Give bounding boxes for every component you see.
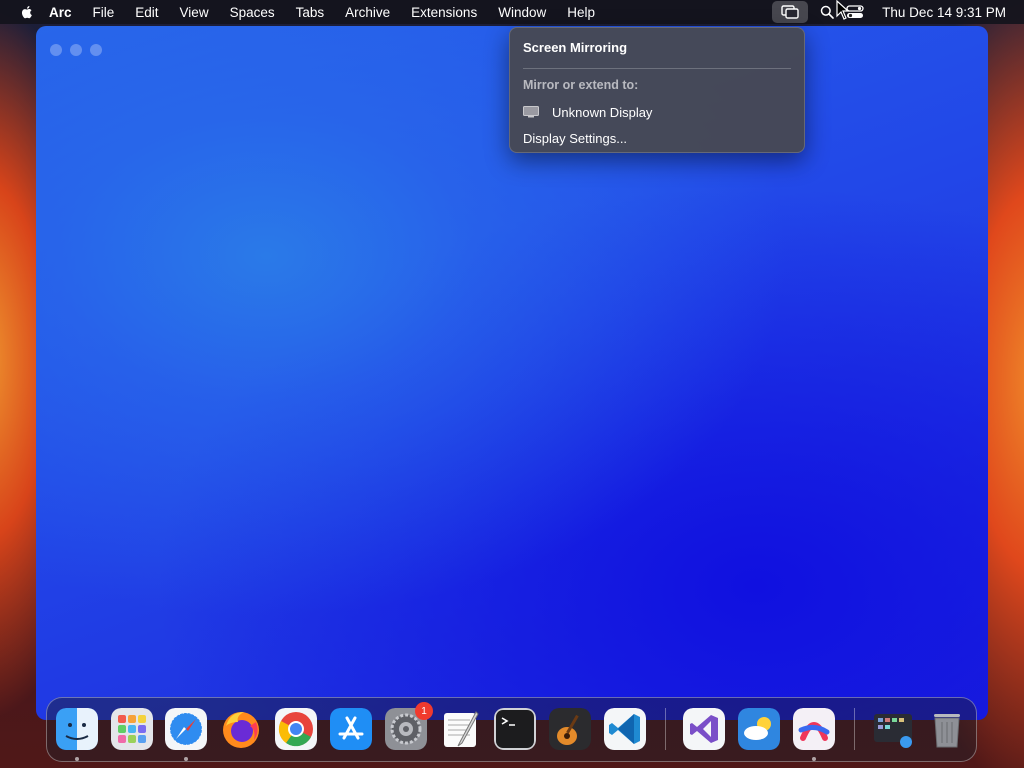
menu-divider [523,68,791,69]
running-indicator [184,757,188,761]
running-indicator [75,757,79,761]
menu-window[interactable]: Window [498,5,546,20]
notification-badge: 1 [415,702,433,720]
menu-bar: Arc File Edit View Spaces Tabs Archive E… [0,0,1024,24]
close-window-button[interactable] [50,44,62,56]
running-indicator [812,757,816,761]
dock-launchpad-icon[interactable] [111,708,153,750]
menu-extensions[interactable]: Extensions [411,5,477,20]
menu-tabs[interactable]: Tabs [296,5,325,20]
dock-firefox-icon[interactable] [220,708,262,750]
minimize-window-button[interactable] [70,44,82,56]
unknown-display-item[interactable]: Unknown Display [523,102,652,122]
menubar-clock[interactable]: Thu Dec 14 9:31 PM [882,5,1006,20]
app-menu-arc[interactable]: Arc [49,5,72,20]
dock-chrome-icon[interactable] [275,708,317,750]
screen-mirroring-menu: Screen Mirroring Mirror or extend to: Un… [509,27,805,153]
dock: 1 [46,697,977,762]
dock-visual-studio-icon[interactable] [683,708,725,750]
dock-screenshot-icon[interactable] [872,708,914,750]
dock-separator [665,708,666,750]
dock-terminal-icon[interactable] [494,708,536,750]
mirror-section-label: Mirror or extend to: [523,78,639,92]
dock-safari-icon[interactable] [165,708,207,750]
menu-archive[interactable]: Archive [345,5,390,20]
dock-vscode-icon[interactable] [604,708,646,750]
dock-arc-icon[interactable] [793,708,835,750]
dock-trash-icon[interactable] [926,708,968,750]
mouse-pointer-icon [836,0,850,20]
menu-view[interactable]: View [180,5,209,20]
menu-edit[interactable]: Edit [135,5,158,20]
window-controls [50,44,102,56]
menu-file[interactable]: File [93,5,115,20]
status-area: Thu Dec 14 9:31 PM [772,0,1024,24]
dock-finder-icon[interactable] [56,708,98,750]
dock-weather-icon[interactable] [738,708,780,750]
display-name-label: Unknown Display [552,104,653,120]
display-settings-item[interactable]: Display Settings... [523,128,627,148]
dock-app-store-icon[interactable] [330,708,372,750]
monitor-icon [523,106,539,118]
dock-garageband-icon[interactable] [549,708,591,750]
spotlight-button[interactable] [816,1,838,23]
menu-spaces[interactable]: Spaces [230,5,275,20]
dock-textedit-icon[interactable] [440,708,482,750]
zoom-window-button[interactable] [90,44,102,56]
screen-mirroring-button[interactable] [772,1,809,23]
search-icon [820,5,834,19]
menu-help[interactable]: Help [567,5,595,20]
apple-icon[interactable] [19,4,35,20]
screen-mirroring-icon [781,5,799,19]
menu-title: Screen Mirroring [523,40,628,55]
dock-separator [854,708,855,750]
